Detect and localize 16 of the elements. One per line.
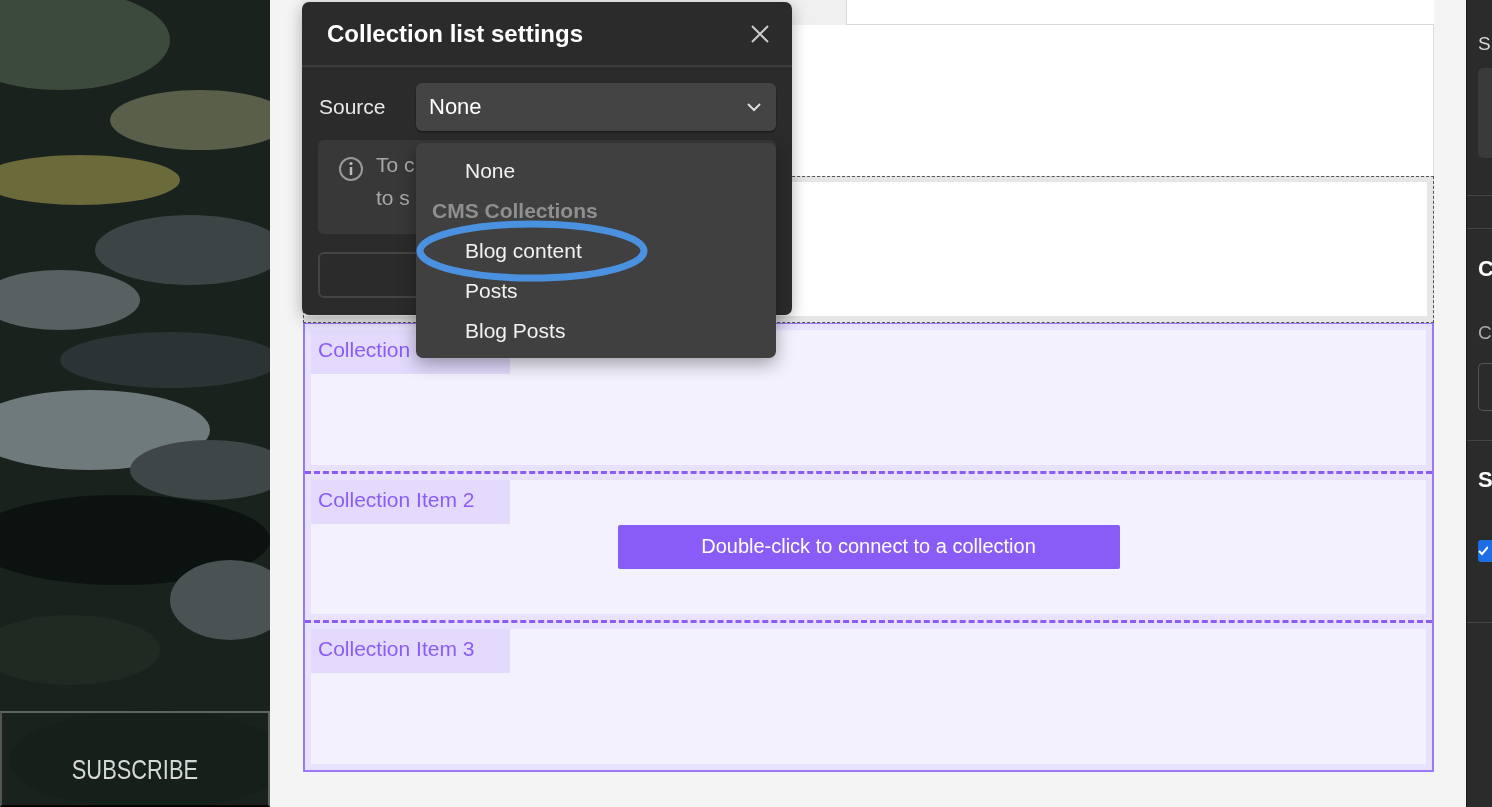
panel-label: S — [1478, 32, 1492, 56]
connect-button[interactable]: Double-click to connect to a collection — [617, 524, 1120, 569]
item-label: Collection Item 2 — [311, 479, 510, 524]
info-text: to s — [376, 185, 411, 211]
item-label: Collection Item 3 — [311, 629, 510, 674]
panel-label: C — [1478, 321, 1492, 345]
source-select[interactable]: None — [416, 83, 776, 131]
dropdown-option[interactable]: Posts — [465, 279, 518, 303]
dialog-title: Collection list settings — [327, 19, 584, 48]
dropdown-option[interactable]: Blog content — [465, 239, 582, 263]
info-text: To c — [376, 152, 415, 178]
dropdown-option[interactable]: None — [465, 159, 516, 183]
group-header: CMS Collections — [432, 199, 598, 223]
subscribe-button[interactable]: SUBSCRIBE — [0, 711, 270, 807]
source-label: Source — [319, 95, 387, 119]
panel-heading: S — [1478, 466, 1492, 494]
